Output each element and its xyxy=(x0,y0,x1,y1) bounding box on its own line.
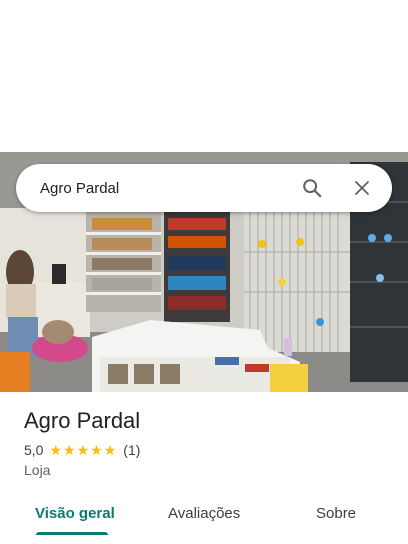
star-icon: ★ xyxy=(103,442,117,458)
map-blank-area xyxy=(0,0,408,152)
place-category: Loja xyxy=(24,462,51,478)
close-icon[interactable] xyxy=(344,170,380,206)
tab-bar: Visão geral Avaliações Sobre xyxy=(0,496,408,544)
rating-row[interactable]: 5,0 ★ ★ ★ ★ ★ (1) xyxy=(24,441,384,459)
place-title: Agro Pardal xyxy=(24,408,141,433)
review-count[interactable]: (1) xyxy=(123,442,140,458)
tab-overview[interactable]: Visão geral xyxy=(35,496,115,522)
tab-reviews[interactable]: Avaliações xyxy=(168,496,240,522)
place-info: Agro Pardal 5,0 ★ ★ ★ ★ ★ (1) Loja xyxy=(24,406,384,478)
star-icon: ★ xyxy=(49,442,63,458)
star-icon: ★ xyxy=(63,442,76,458)
search-icon[interactable] xyxy=(294,170,330,206)
star-icon: ★ xyxy=(90,442,103,458)
tab-about[interactable]: Sobre xyxy=(316,496,356,522)
active-tab-indicator xyxy=(36,532,108,535)
search-bar[interactable]: Agro Pardal xyxy=(16,164,392,212)
star-icon: ★ xyxy=(76,442,90,458)
rating-stars: ★ ★ ★ ★ ★ xyxy=(49,443,117,457)
rating-value: 5,0 xyxy=(24,442,44,458)
search-input[interactable]: Agro Pardal xyxy=(16,180,294,197)
